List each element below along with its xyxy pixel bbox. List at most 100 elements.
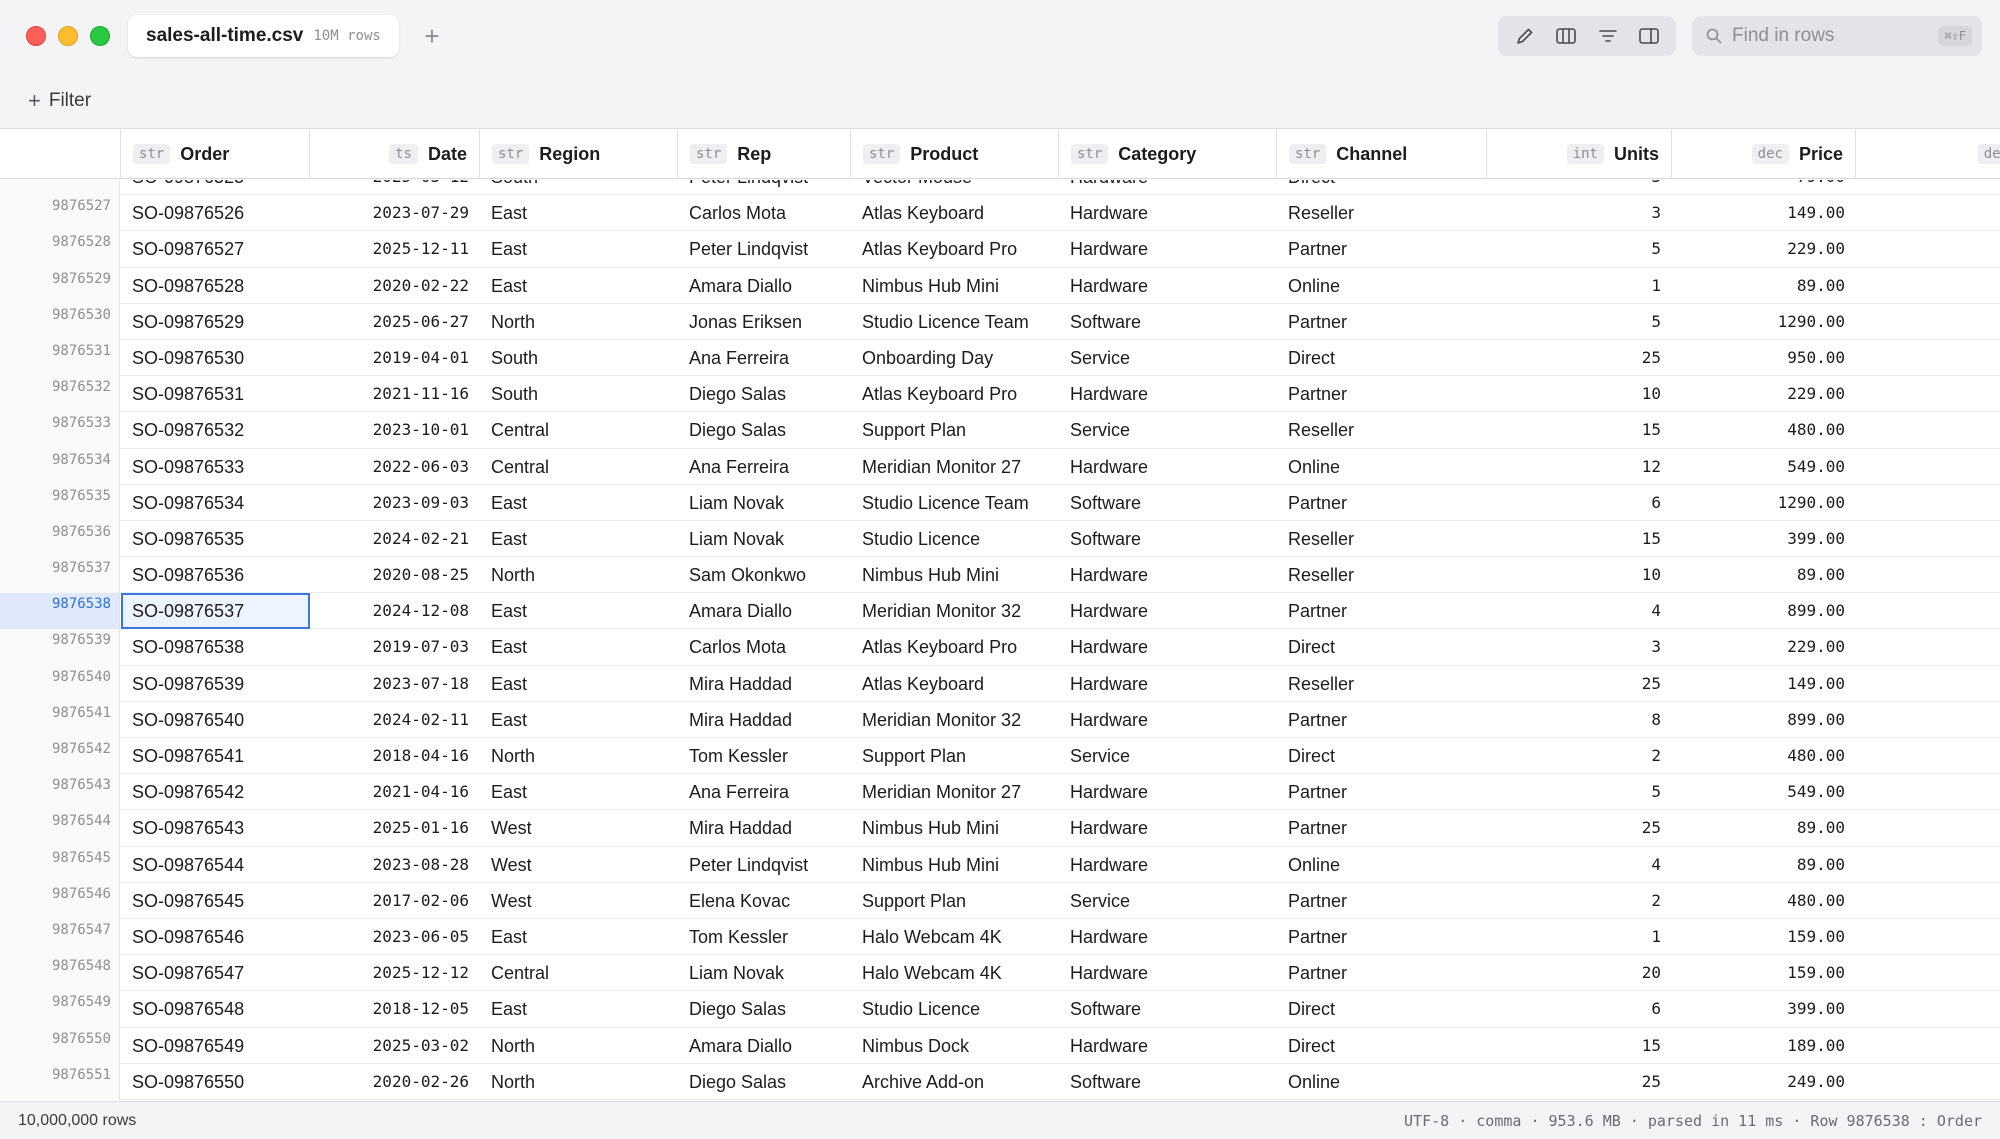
cell-units[interactable]: 10 — [1487, 376, 1672, 412]
cell-date[interactable]: 2020-08-25 — [310, 557, 480, 593]
cell-order[interactable]: SO-09876534 — [121, 485, 310, 521]
cell-order[interactable]: SO-09876532 — [121, 412, 310, 448]
cell-order[interactable]: SO-09876542 — [121, 774, 310, 810]
cell-date[interactable]: 2020-02-26 — [310, 1064, 480, 1100]
cell-category[interactable]: Hardware — [1059, 449, 1277, 485]
cell-rep[interactable]: Liam Novak — [678, 521, 851, 557]
cell-channel[interactable]: Partner — [1277, 376, 1487, 412]
cell-product[interactable]: Meridian Monitor 32 — [851, 702, 1059, 738]
table-row-selected[interactable]: 9876538 SO-09876537 2024-12-08 East Amara Di… — [0, 593, 2000, 630]
cell-product[interactable]: Atlas Keyboard Pro — [851, 231, 1059, 267]
cell-channel[interactable]: Partner — [1277, 304, 1487, 340]
cell-region[interactable]: East — [480, 629, 678, 665]
cell-region[interactable]: West — [480, 847, 678, 883]
cell-order[interactable]: SO-09876538 — [121, 629, 310, 665]
cell-channel[interactable]: Direct — [1277, 1028, 1487, 1064]
row-number[interactable]: 9876534 — [0, 448, 120, 485]
cell-rep[interactable]: Carlos Mota — [678, 629, 851, 665]
cell-channel[interactable]: Online — [1277, 1064, 1487, 1100]
cell-price[interactable]: 149.00 — [1672, 195, 1856, 231]
cell-date[interactable]: 2025-12-12 — [310, 955, 480, 991]
cell-region[interactable]: East — [480, 774, 678, 810]
cell-category[interactable]: Hardware — [1059, 919, 1277, 955]
cell-price[interactable]: 89.00 — [1672, 268, 1856, 304]
row-number[interactable]: 9876550 — [0, 1027, 120, 1064]
cell-price[interactable]: 159.00 — [1672, 955, 1856, 991]
cell-order[interactable]: SO-09876531 — [121, 376, 310, 412]
cell-channel[interactable]: Reseller — [1277, 557, 1487, 593]
cell-rep[interactable]: Diego Salas — [678, 376, 851, 412]
cell-category[interactable]: Hardware — [1059, 376, 1277, 412]
cell-channel[interactable]: Reseller — [1277, 412, 1487, 448]
table-row[interactable]: 9876544 SO-09876543 2025-01-16 West Mira Had… — [0, 810, 2000, 847]
cell-date[interactable]: 2017-02-06 — [310, 883, 480, 919]
cell-category[interactable]: Hardware — [1059, 774, 1277, 810]
row-number[interactable]: 9876537 — [0, 557, 120, 594]
cell-category[interactable]: Hardware — [1059, 847, 1277, 883]
cell-category[interactable]: Hardware — [1059, 702, 1277, 738]
cell-rep[interactable]: Mira Haddad — [678, 666, 851, 702]
cell-channel[interactable]: Direct — [1277, 340, 1487, 376]
column-header-product[interactable]: str Product — [851, 129, 1059, 179]
cell-product[interactable]: Studio Licence — [851, 991, 1059, 1027]
cell-channel[interactable]: Direct — [1277, 738, 1487, 774]
cell-price[interactable]: 480.00 — [1672, 738, 1856, 774]
row-number[interactable]: 9876533 — [0, 412, 120, 449]
cell-price[interactable]: 89.00 — [1672, 847, 1856, 883]
cell-region[interactable]: South — [480, 180, 678, 195]
cell-price[interactable]: 1290.00 — [1672, 485, 1856, 521]
cell-price[interactable]: 950.00 — [1672, 340, 1856, 376]
cell-channel[interactable]: Direct — [1277, 180, 1487, 195]
new-tab-button[interactable]: + — [418, 18, 446, 54]
cell-price[interactable]: 480.00 — [1672, 412, 1856, 448]
cell-region[interactable]: North — [480, 1028, 678, 1064]
cell-order[interactable]: SO-09876540 — [121, 702, 310, 738]
cell-product[interactable]: Nimbus Dock — [851, 1028, 1059, 1064]
cell-region[interactable]: East — [480, 919, 678, 955]
cell-rep[interactable]: Elena Kovac — [678, 883, 851, 919]
cell-date[interactable]: 2021-04-16 — [310, 774, 480, 810]
cell-order[interactable]: SO-09876541 — [121, 738, 310, 774]
cell-region[interactable]: East — [480, 593, 678, 629]
cell-rep[interactable]: Liam Novak — [678, 485, 851, 521]
cell-order[interactable]: SO-09876548 — [121, 991, 310, 1027]
cell-order[interactable]: SO-09876529 — [121, 304, 310, 340]
row-number[interactable]: 9876535 — [0, 484, 120, 521]
cell-order[interactable]: SO-09876546 — [121, 919, 310, 955]
cell-units[interactable]: 1 — [1487, 919, 1672, 955]
cell-category[interactable]: Hardware — [1059, 195, 1277, 231]
table-row[interactable]: 9876530 SO-09876529 2025-06-27 North Jonas E… — [0, 303, 2000, 340]
cell-units[interactable]: 2 — [1487, 883, 1672, 919]
sort-filter-button[interactable] — [1590, 20, 1626, 52]
cell-rep[interactable]: Tom Kessler — [678, 738, 851, 774]
row-number[interactable]: 9876536 — [0, 520, 120, 558]
table-row[interactable]: 9876532 SO-09876531 2021-11-16 South Diego S… — [0, 376, 2000, 413]
cell-region[interactable]: Central — [480, 412, 678, 448]
cell-category[interactable]: Hardware — [1059, 629, 1277, 665]
cell-units[interactable]: 5 — [1487, 231, 1672, 267]
cell-channel[interactable]: Partner — [1277, 955, 1487, 991]
cell-units[interactable]: 1 — [1487, 268, 1672, 304]
cell-rep[interactable]: Sam Okonkwo — [678, 557, 851, 593]
table-row[interactable]: 9876550 SO-09876549 2025-03-02 North Amara D… — [0, 1027, 2000, 1064]
row-number[interactable]: 9876551 — [0, 1063, 120, 1100]
cell-units[interactable]: 25 — [1487, 810, 1672, 846]
table-row[interactable]: 9876541 SO-09876540 2024-02-11 East Mira Had… — [0, 701, 2000, 738]
column-header-price[interactable]: dec Price — [1672, 129, 1856, 179]
cell-category[interactable]: Software — [1059, 304, 1277, 340]
cell-product[interactable]: Meridian Monitor 32 — [851, 593, 1059, 629]
row-number[interactable]: 9876531 — [0, 339, 120, 377]
cell-price[interactable]: 189.00 — [1672, 1028, 1856, 1064]
cell-price[interactable]: 89.00 — [1672, 810, 1856, 846]
cell-price[interactable]: 229.00 — [1672, 629, 1856, 665]
row-number[interactable]: 9876528 — [0, 231, 120, 268]
row-number[interactable]: 9876549 — [0, 991, 120, 1028]
cell-region[interactable]: East — [480, 521, 678, 557]
cell-channel[interactable]: Partner — [1277, 883, 1487, 919]
cell-category[interactable]: Software — [1059, 1064, 1277, 1100]
cell-product[interactable]: Atlas Keyboard Pro — [851, 629, 1059, 665]
cell-units[interactable]: 5 — [1487, 774, 1672, 810]
cell-price[interactable]: 89.00 — [1672, 557, 1856, 593]
cell-rep[interactable]: Diego Salas — [678, 991, 851, 1027]
cell-date[interactable]: 2022-06-03 — [310, 449, 480, 485]
